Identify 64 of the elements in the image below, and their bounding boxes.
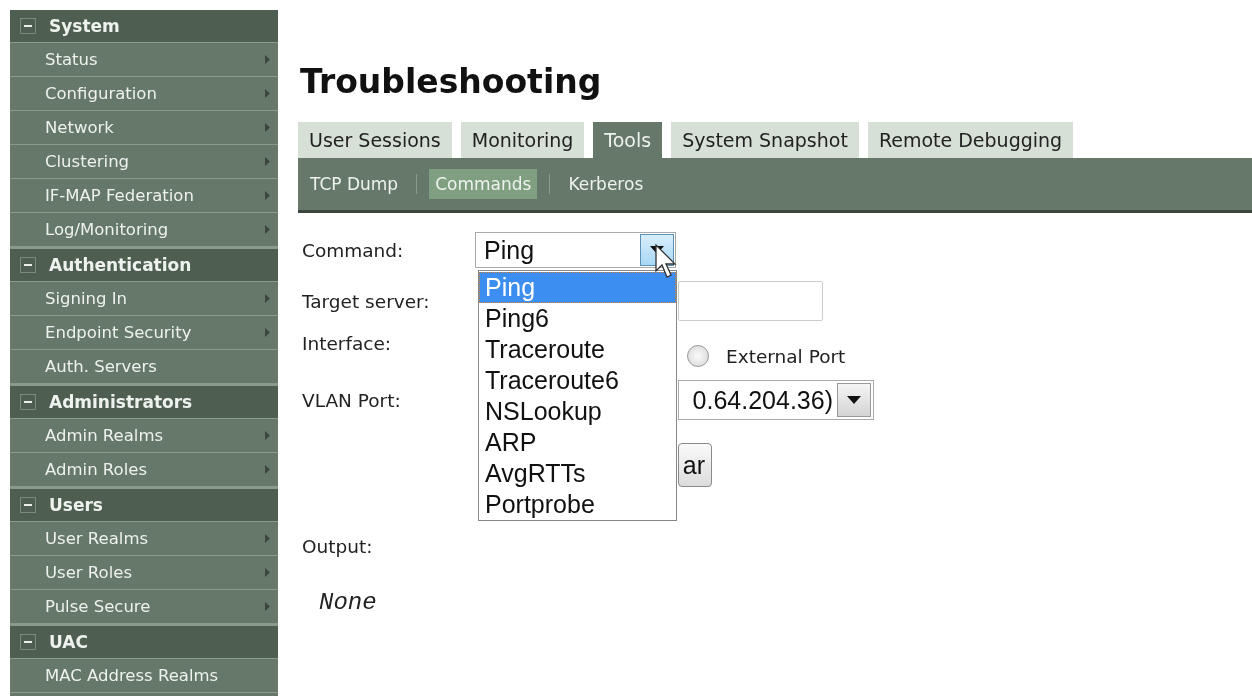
- sidebar-item[interactable]: User Realms: [10, 522, 278, 556]
- radio-button[interactable]: [687, 345, 709, 367]
- field-label: Command:: [302, 239, 405, 261]
- collapse-icon[interactable]: [20, 394, 36, 410]
- caret-icon: [847, 396, 861, 404]
- sidebar-section-header[interactable]: Administrators: [10, 384, 278, 419]
- submenu-arrow-icon: [265, 602, 270, 611]
- dropdown-option[interactable]: Traceroute: [479, 334, 676, 365]
- tab[interactable]: User Sessions: [298, 122, 452, 158]
- submenu-arrow-icon: [265, 568, 270, 577]
- sidebar-section-header[interactable]: System: [10, 10, 278, 43]
- dropdown-option[interactable]: Ping: [479, 272, 676, 303]
- sidebar-section-header[interactable]: Users: [10, 487, 278, 522]
- submenu-arrow-icon: [265, 225, 270, 234]
- tab[interactable]: Monitoring: [460, 122, 585, 158]
- collapse-icon[interactable]: [20, 497, 36, 513]
- submenu-arrow-icon: [265, 55, 270, 64]
- subnav-link[interactable]: Commands: [429, 169, 538, 199]
- submenu-arrow-icon: [265, 89, 270, 98]
- tab[interactable]: System Snapshot: [671, 122, 859, 158]
- dropdown-option[interactable]: Portprobe: [479, 489, 676, 520]
- clear-button[interactable]: ar: [678, 443, 712, 487]
- submenu-arrow-icon: [265, 328, 270, 337]
- subnav-link[interactable]: TCP Dump: [304, 169, 405, 199]
- submenu-arrow-icon: [265, 465, 270, 474]
- sidebar-section-header[interactable]: Authentication: [10, 247, 278, 282]
- dropdown-option[interactable]: AvgRTTs: [479, 458, 676, 489]
- field-label: Target server:: [302, 290, 431, 312]
- tab[interactable]: Tools: [593, 122, 663, 158]
- subnav-link[interactable]: Kerberos: [562, 169, 650, 199]
- submenu-arrow-icon: [265, 191, 270, 200]
- submenu-arrow-icon: [265, 123, 270, 132]
- sidebar-item[interactable]: User Roles: [10, 556, 278, 590]
- page-title: Troubleshooting: [300, 62, 603, 102]
- vlan-port-select[interactable]: 0.64.204.36): [678, 380, 874, 420]
- sidebar-item[interactable]: Network: [10, 111, 278, 145]
- dropdown-option[interactable]: ARP: [479, 427, 676, 458]
- sidebar-item[interactable]: Signing In: [10, 282, 278, 316]
- sidebar-item[interactable]: MAC Address Realms: [10, 659, 278, 693]
- dropdown-option[interactable]: Ping6: [479, 303, 676, 334]
- sidebar-item[interactable]: Admin Realms: [10, 419, 278, 453]
- field-label: VLAN Port:: [302, 389, 402, 411]
- sidebar-item[interactable]: Clustering: [10, 145, 278, 179]
- submenu-arrow-icon: [265, 431, 270, 440]
- radio-label: External Port: [726, 346, 846, 367]
- tab[interactable]: Remote Debugging: [867, 122, 1074, 158]
- sidebar-item[interactable]: Configuration: [10, 77, 278, 111]
- field-label: Interface:: [302, 333, 393, 354]
- sidebar-item[interactable]: Status: [10, 43, 278, 77]
- sidebar-section-header[interactable]: UAC: [10, 624, 278, 659]
- submenu-arrow-icon: [265, 157, 270, 166]
- collapse-icon[interactable]: [20, 634, 36, 650]
- submenu-arrow-icon: [265, 294, 270, 303]
- collapse-icon[interactable]: [20, 18, 36, 34]
- sidebar-item[interactable]: Endpoint Security: [10, 316, 278, 350]
- target-server-field[interactable]: [678, 281, 823, 321]
- submenu-arrow-icon: [265, 534, 270, 543]
- output-label: Output:: [302, 536, 374, 557]
- dropdown-option[interactable]: Traceroute6: [479, 365, 676, 396]
- collapse-icon[interactable]: [20, 257, 36, 273]
- output-text: None: [319, 589, 378, 616]
- dropdown-option[interactable]: NSLookup: [479, 396, 676, 427]
- dropdown-button[interactable]: [837, 383, 871, 417]
- sidebar-item[interactable]: IF-MAP Federation: [10, 179, 278, 213]
